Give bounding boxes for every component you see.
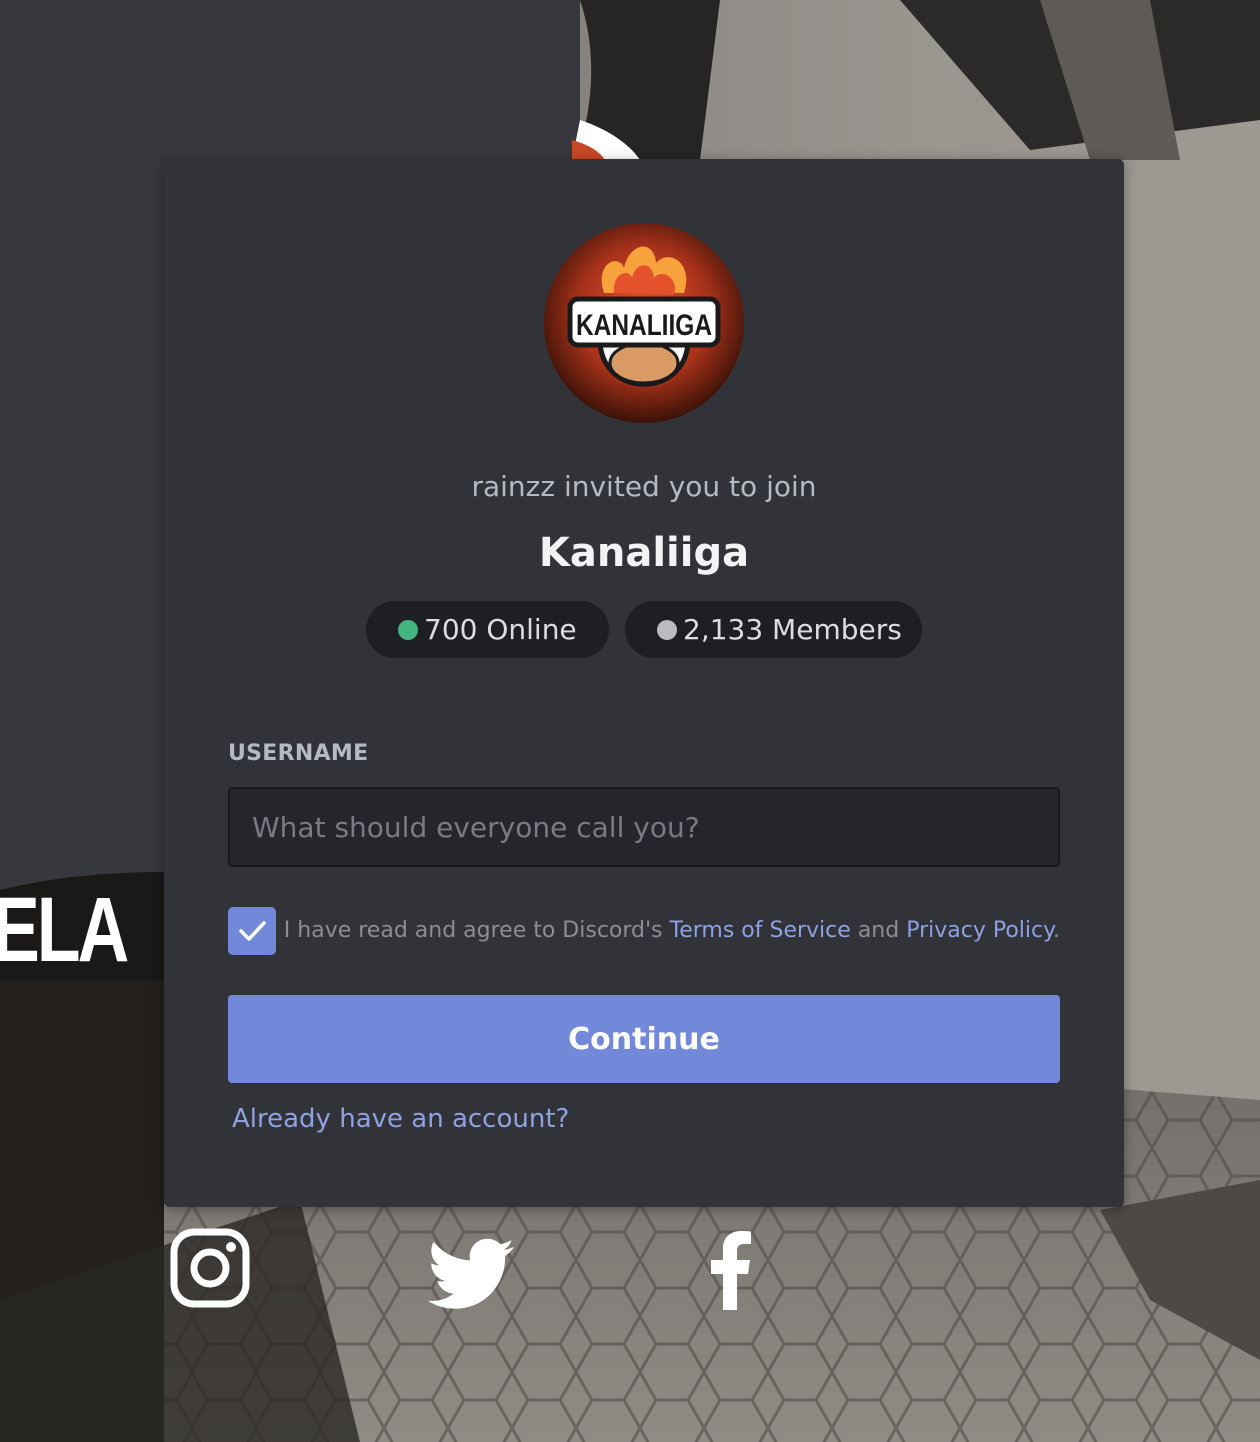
online-count: 700 Online (424, 613, 577, 646)
checkmark-icon (239, 921, 266, 941)
online-status-dot (398, 620, 418, 640)
username-label: USERNAME (228, 741, 369, 766)
invite-card: KANALIIGA rainzz invited you to join Kan… (164, 159, 1124, 1207)
server-icon-text: KANALIIGA (576, 309, 712, 342)
members-status-dot (657, 620, 677, 640)
inviter-text: rainzz invited you to join (471, 470, 817, 503)
twitter-icon[interactable] (424, 1238, 516, 1312)
terms-agreement-text: I have read and agree to Discord's Terms… (284, 915, 1060, 947)
agree-prefix: I have read and agree to Discord's (283, 918, 663, 943)
server-icon: KANALIIGA (544, 223, 744, 423)
server-name: Kanaliiga (538, 530, 750, 576)
login-link[interactable]: Already have an account? (232, 1101, 569, 1137)
terms-checkbox[interactable] (228, 907, 276, 955)
instagram-icon[interactable] (170, 1228, 250, 1308)
agree-suffix: . (1053, 918, 1060, 943)
agree-and: and (857, 918, 900, 943)
member-count-badge: 2,133 Members (625, 601, 922, 658)
background-logo-text: ELA (0, 879, 129, 981)
online-count-badge: 700 Online (366, 601, 609, 658)
username-input[interactable] (228, 787, 1060, 867)
continue-button[interactable]: Continue (228, 995, 1060, 1083)
privacy-policy-link[interactable]: Privacy Policy (906, 918, 1053, 943)
facebook-icon[interactable] (708, 1228, 752, 1310)
terms-of-service-link[interactable]: Terms of Service (670, 918, 851, 943)
member-count: 2,133 Members (683, 613, 902, 646)
